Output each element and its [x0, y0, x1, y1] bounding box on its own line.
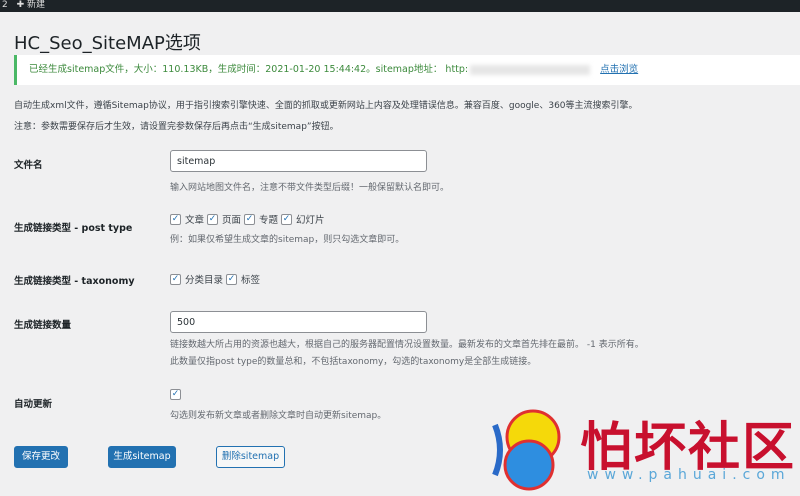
blurred-url	[470, 64, 591, 75]
admin-bar-item[interactable]: 2	[2, 0, 8, 10]
watermark: 怕坏社区 www.pahuai.com	[485, 405, 795, 493]
page-title: HC_Seo_SiteMAP选项	[14, 33, 201, 54]
post-type-options: ✓ 文章 ✓ 页面 ✓ 专题 ✓ 幻灯片	[170, 212, 328, 226]
option-label: 幻灯片	[296, 215, 325, 226]
checkbox-article[interactable]: ✓	[170, 213, 181, 225]
filename-help: 输入网站地图文件名，注意不带文件类型后缀！一般保留默认名即可。	[170, 183, 450, 193]
generate-sitemap-button[interactable]: 生成sitemap	[108, 446, 176, 468]
filename-input[interactable]	[170, 150, 427, 172]
count-help-1: 链接数越大所占用的资源也越大，根据自己的服务器配置情况设置数量。最新发布的文章首…	[170, 340, 644, 350]
checkbox-page[interactable]: ✓	[207, 213, 219, 225]
notice-text: 已经生成sitemap文件，大小：110.13KB，生成时间：2021-01-2…	[29, 64, 469, 75]
count-label: 生成链接数量	[14, 320, 72, 331]
checkbox-slide[interactable]: ✓	[281, 213, 293, 225]
checkbox-auto-update[interactable]: ✓	[170, 389, 181, 400]
filename-label: 文件名	[14, 160, 43, 171]
count-help-2: 此数量仅指post type的数量总和，不包括taxonomy，勾选的taxon…	[170, 357, 537, 367]
note-text: 注意：参数需要保存后才生效，请设置完参数保存后再点击“生成sitemap”按钮。	[14, 122, 339, 132]
admin-bar: 2 ✚ 新建	[0, 0, 800, 12]
option-label: 文章	[185, 215, 205, 226]
auto-update-label: 自动更新	[14, 399, 53, 410]
fish-logo-icon	[492, 409, 561, 491]
post-type-label: 生成链接类型 - post type	[14, 223, 133, 234]
browse-link[interactable]: 点击浏览	[600, 64, 638, 75]
count-input[interactable]	[170, 311, 427, 333]
option-label: 专题	[259, 215, 279, 226]
delete-sitemap-button[interactable]: 删除sitemap	[216, 446, 285, 468]
checkbox-tag[interactable]: ✓	[226, 273, 238, 285]
option-label: 分类目录	[185, 275, 224, 286]
save-button[interactable]: 保存更改	[14, 446, 68, 468]
post-type-help: 例：如果仅希望生成文章的sitemap，则只勾选文章即可。	[170, 235, 405, 245]
auto-update-option: ✓	[170, 389, 185, 400]
checkbox-category[interactable]: ✓	[170, 273, 181, 285]
option-label: 标签	[241, 275, 261, 286]
auto-update-help: 勾选则发布新文章或者删除文章时自动更新sitemap。	[170, 411, 387, 421]
success-notice: 已经生成sitemap文件，大小：110.13KB，生成时间：2021-01-2…	[14, 55, 800, 85]
watermark-url: www.pahuai.com	[587, 467, 791, 483]
new-button[interactable]: ✚ 新建	[17, 0, 45, 10]
taxonomy-options: ✓ 分类目录 ✓ 标签	[170, 272, 263, 286]
intro-text: 自动生成xml文件，遵循Sitemap协议，用于指引搜索引擎快速、全面的抓取或更…	[14, 101, 638, 111]
option-label: 页面	[222, 215, 242, 226]
taxonomy-label: 生成链接类型 - taxonomy	[14, 276, 135, 287]
checkbox-topic[interactable]: ✓	[244, 213, 256, 225]
